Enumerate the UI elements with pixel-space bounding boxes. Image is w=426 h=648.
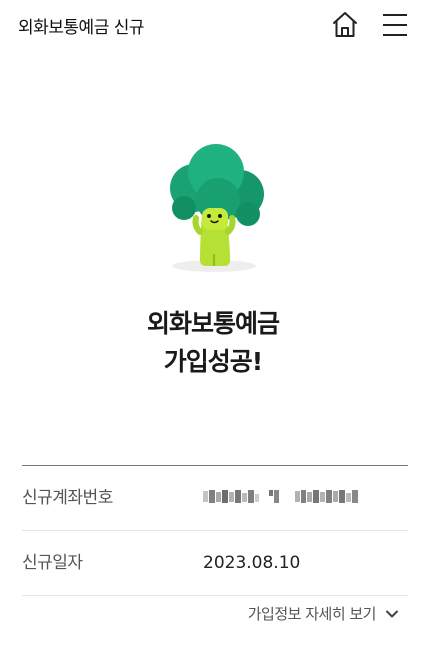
app-header: 외화보통예금 신규 — [0, 0, 426, 50]
home-button[interactable] — [330, 10, 360, 40]
open-date-value: 2023.08.10 — [203, 553, 301, 573]
info-row-open-date: 신규일자 2023.08.10 — [22, 531, 408, 596]
account-info-list: 신규계좌번호 신규일자 2023.08.10 — [22, 465, 408, 596]
success-text: 가입성공! — [163, 347, 263, 376]
view-details-link[interactable]: 가입정보 자세히 보기 — [248, 603, 400, 624]
home-icon — [333, 12, 357, 37]
masked-account-number — [203, 488, 361, 506]
chevron-down-icon — [386, 610, 398, 617]
page-title: 외화보통예금 신규 — [18, 18, 145, 38]
info-row-account-number: 신규계좌번호 — [22, 466, 408, 531]
product-name: 외화보통예금 — [146, 309, 280, 338]
open-date-label: 신규일자 — [22, 553, 83, 573]
success-message: 외화보통예금 가입성공! — [0, 305, 426, 381]
broccoli-mascot-illustration — [158, 142, 270, 274]
account-number-label: 신규계좌번호 — [22, 488, 113, 508]
menu-button[interactable] — [381, 12, 409, 38]
hamburger-menu-icon — [383, 14, 407, 36]
view-details-label: 가입정보 자세히 보기 — [247, 605, 377, 623]
